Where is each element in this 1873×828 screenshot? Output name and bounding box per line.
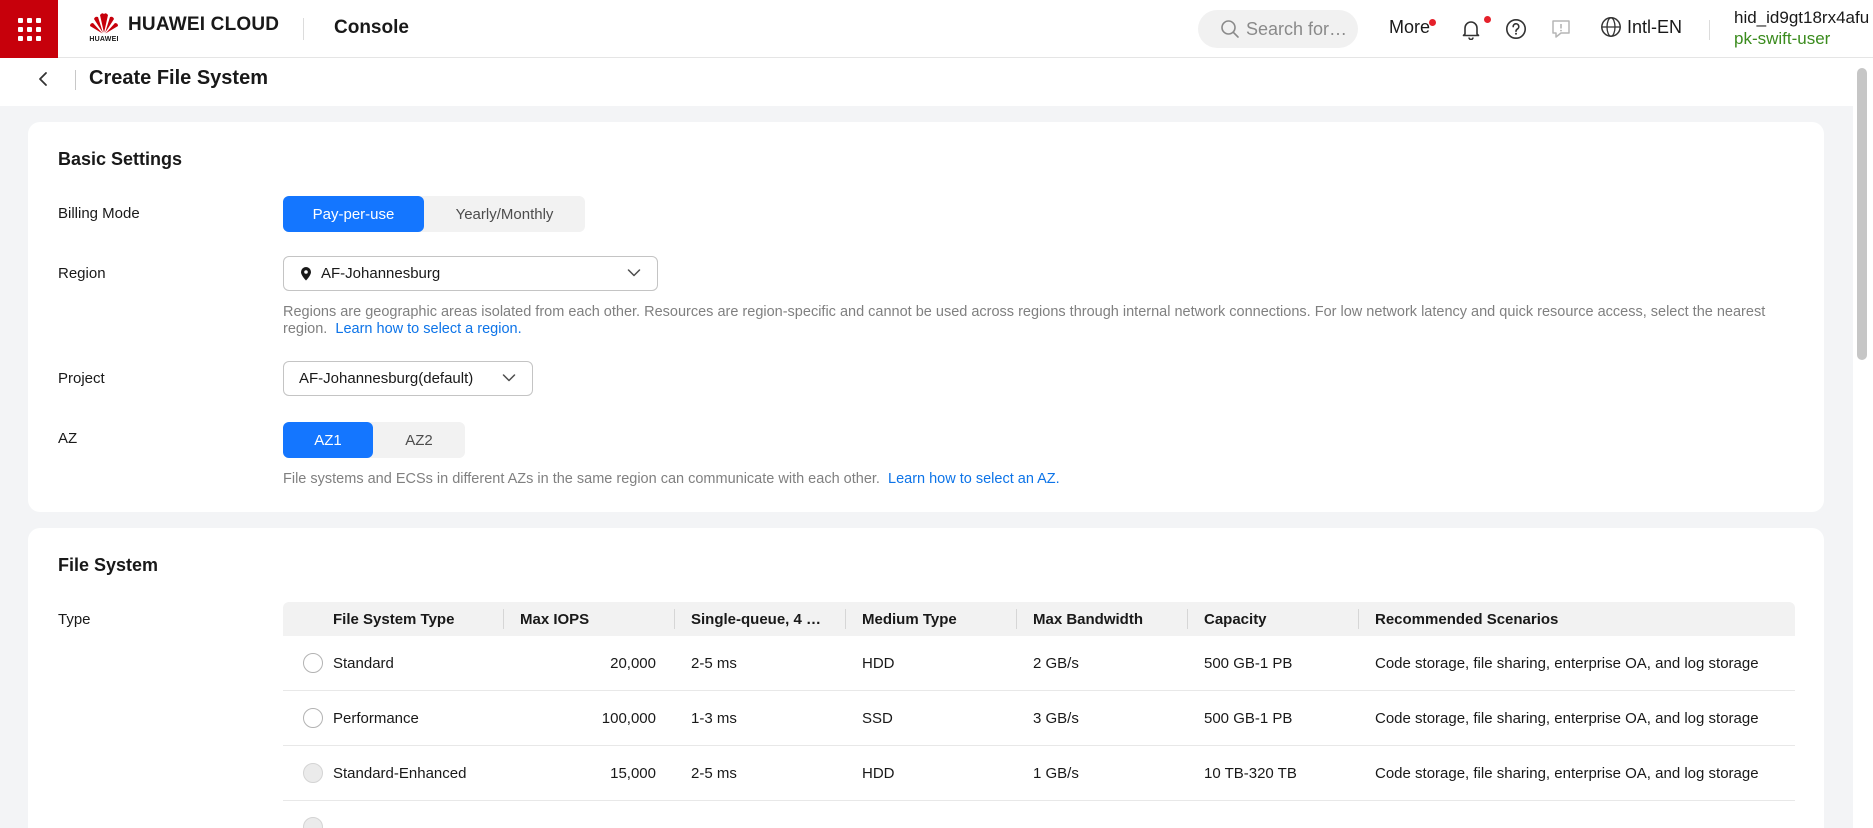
max-bandwidth: 1 GB/s [1033,764,1079,782]
bell-icon [1462,21,1480,40]
latency: 2-5 ms [691,764,737,782]
az-option-az2[interactable]: AZ2 [373,422,465,458]
table-row[interactable]: Performance 100,000 1-3 ms SSD 3 GB/s 50… [283,691,1795,746]
billing-option-yearly-monthly[interactable]: Yearly/Monthly [424,196,585,232]
page-title: Create File System [89,67,268,89]
column-header-max-iops: Max IOPS [504,602,675,636]
column-header-capacity: Capacity [1188,602,1359,636]
more-notification-dot [1429,19,1436,26]
radio-button-disabled[interactable] [303,817,323,828]
notification-dot [1484,16,1491,23]
section-title: File System [58,555,159,575]
more-menu[interactable]: More [1389,17,1430,38]
max-bandwidth: 3 GB/s [1033,709,1079,727]
capacity: 500 GB-1 PB [1204,654,1293,672]
user-name: pk-swift-user [1734,29,1831,48]
recommended-scenarios: Code storage, file sharing, enterprise O… [1375,709,1759,727]
column-header-max-bandwidth: Max Bandwidth [1017,602,1188,636]
search-icon [1221,20,1239,38]
az-hint: File systems and ECSs in different AZs i… [283,471,1060,488]
feedback-icon [1552,20,1570,38]
basic-settings-card: Basic Settings Billing Mode Pay-per-use … [28,122,1824,512]
radio-button[interactable] [303,653,323,673]
chevron-left-icon [39,72,47,86]
brand-name: HUAWEI CLOUD [128,14,280,35]
table-row[interactable]: Standard 20,000 2-5 ms HDD 2 GB/s 500 GB… [283,636,1795,691]
type-label: Type [58,611,91,628]
language-selector[interactable]: Intl-EN [1600,16,1682,38]
table-row[interactable]: Standard-Enhanced 15,000 2-5 ms HDD 1 GB… [283,746,1795,801]
huawei-cloud-logo[interactable]: HUAWEI HUAWEI CLOUD [86,11,279,43]
top-navigation-bar: HUAWEI HUAWEI CLOUD Console More [0,0,1873,58]
table-row-partial[interactable] [283,801,1795,828]
location-pin-icon [301,266,311,280]
max-iops: 20,000 [610,654,656,672]
recommended-scenarios: Code storage, file sharing, enterprise O… [1375,764,1759,782]
project-value: AF-Johannesburg(default) [299,370,474,387]
search-input[interactable] [1246,18,1356,40]
global-search[interactable] [1198,10,1358,48]
language-label: Intl-EN [1627,16,1683,37]
max-bandwidth: 2 GB/s [1033,654,1079,672]
user-account-menu[interactable]: hid_id9gt18rx4afu pk-swift-user [1734,7,1873,50]
region-help-link[interactable]: Learn how to select a region. [335,321,521,337]
divider [1709,20,1710,40]
region-hint: Regions are geographic areas isolated fr… [283,304,1803,338]
radio-button-disabled[interactable] [303,763,323,783]
project-select[interactable]: AF-Johannesburg(default) [283,361,533,396]
feedback-button[interactable] [1548,16,1574,42]
table-header: File System Type Max IOPS Single-queue, … [283,602,1795,636]
grid-icon [17,17,41,41]
notifications-button[interactable] [1458,16,1484,42]
max-iops: 100,000 [601,709,656,727]
project-label: Project [58,370,105,387]
help-button[interactable] [1503,16,1529,42]
globe-icon [1601,17,1621,37]
file-system-type-table: File System Type Max IOPS Single-queue, … [283,602,1795,828]
medium-type: HDD [862,764,895,782]
latency: 2-5 ms [691,654,737,672]
latency: 1-3 ms [691,709,737,727]
file-system-type: Performance [333,709,419,727]
recommended-scenarios: Code storage, file sharing, enterprise O… [1375,654,1759,672]
az-help-link[interactable]: Learn how to select an AZ. [888,471,1060,487]
file-system-type: Standard-Enhanced [333,764,467,782]
column-header-file-system-type: File System Type [283,602,504,636]
console-link[interactable]: Console [334,17,409,39]
file-system-card: File System Type File System Type Max IO… [28,528,1824,828]
region-value: AF-Johannesburg [321,265,441,282]
help-icon [1506,19,1526,39]
az-option-az1[interactable]: AZ1 [283,422,373,458]
billing-mode-selector: Pay-per-use Yearly/Monthly [283,196,585,232]
capacity: 10 TB-320 TB [1204,764,1297,782]
section-title: Basic Settings [58,149,183,169]
az-selector: AZ1 AZ2 [283,422,465,458]
huawei-flower-icon [90,13,118,34]
page-header: Create File System [0,58,1853,106]
billing-mode-label: Billing Mode [58,205,140,222]
capacity: 500 GB-1 PB [1204,709,1293,727]
user-id: hid_id9gt18rx4afu [1734,8,1870,27]
region-select[interactable]: AF-Johannesburg [283,256,658,291]
file-system-type: Standard [333,654,394,672]
column-header-medium-type: Medium Type [846,602,1017,636]
medium-type: SSD [862,709,893,727]
scrollbar-thumb[interactable] [1857,68,1867,360]
medium-type: HDD [862,654,895,672]
column-header-recommended-scenarios: Recommended Scenarios [1375,610,1559,628]
column-header-latency: Single-queue, 4 … [675,602,846,636]
divider [75,70,76,90]
chevron-down-icon [502,374,516,382]
divider [303,18,304,40]
service-menu-button[interactable] [0,0,58,58]
region-label: Region [58,265,106,282]
billing-option-pay-per-use[interactable]: Pay-per-use [283,196,424,232]
logo-small-text: HUAWEI [89,36,119,43]
back-button[interactable] [32,68,54,90]
radio-button[interactable] [303,708,323,728]
az-hint-text: File systems and ECSs in different AZs i… [283,471,880,487]
chevron-down-icon [627,269,641,277]
max-iops: 15,000 [610,764,656,782]
az-label: AZ [58,430,78,447]
